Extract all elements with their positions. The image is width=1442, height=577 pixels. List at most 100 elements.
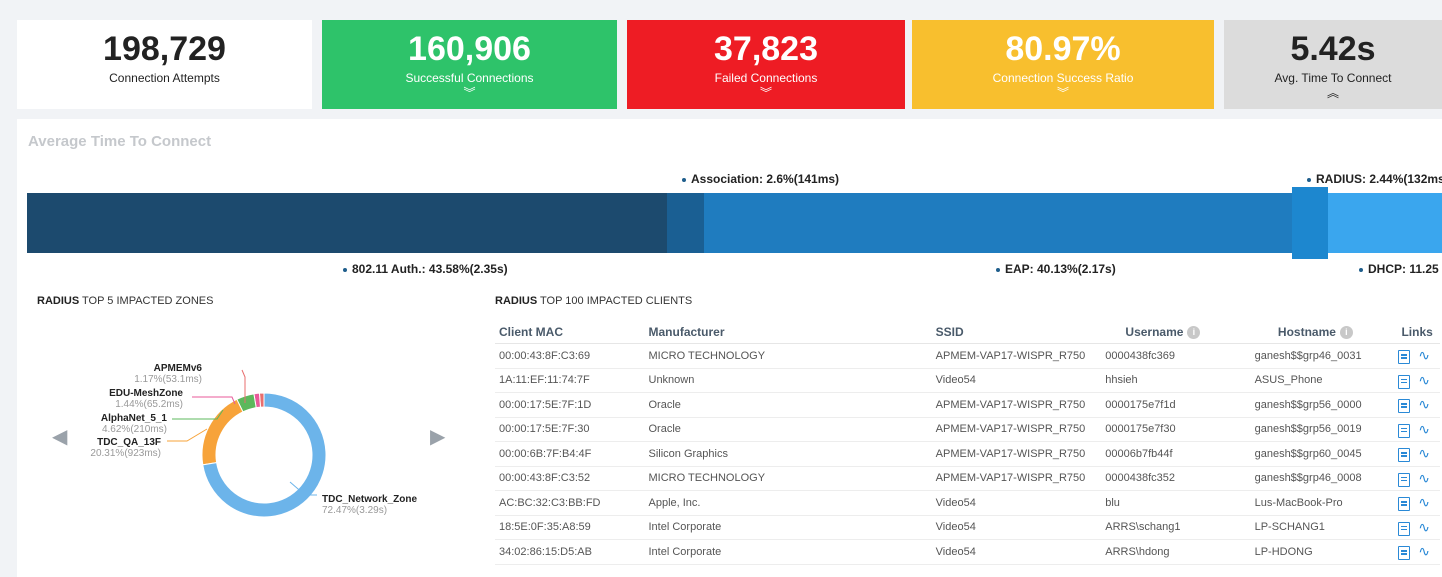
table-row[interactable]: 00:00:43:8F:C3:52 MICRO TECHNOLOGY APMEM-V…	[495, 466, 1440, 491]
association-label: Association: 2.6%(141ms)	[682, 172, 839, 186]
chevron-down-icon[interactable]: ︾	[322, 87, 617, 99]
col-manufacturer[interactable]: Manufacturer	[644, 321, 916, 344]
chevron-up-icon[interactable]: ︽	[1224, 87, 1442, 99]
kpi-row: 198,729 Connection Attempts 160,906 Succ…	[17, 20, 1442, 109]
info-icon[interactable]: i	[1339, 326, 1353, 340]
donut-slice[interactable]	[201, 398, 244, 466]
zone-name: EDU-MeshZone	[109, 388, 183, 399]
manufacturer-cell: MICRO TECHNOLOGY	[644, 466, 916, 491]
report-icon[interactable]	[1398, 374, 1411, 389]
report-icon[interactable]	[1398, 423, 1411, 438]
report-icon[interactable]	[1398, 350, 1411, 365]
table-row[interactable]: 18:5E:0F:35:A8:59 Intel Corporate Video54 A…	[495, 515, 1440, 540]
hostname-cell: Lus-MacBook-Pro	[1236, 490, 1395, 516]
kpi-connection-attempts: 198,729 Connection Attempts	[17, 20, 312, 109]
links-cell: ∿	[1394, 392, 1440, 418]
kpi-success-ratio[interactable]: 80.97% Connection Success Ratio ︾	[912, 20, 1214, 109]
zone-name: AlphaNet_5_1	[100, 413, 167, 424]
kpi-failed-connections[interactable]: 37,823 Failed Connections ︾	[627, 20, 905, 109]
username-cell: hhsieh	[1089, 368, 1237, 393]
col-ssid[interactable]: SSID	[915, 321, 1090, 344]
username-cell: blu	[1089, 490, 1237, 516]
col-mac[interactable]: Client MAC	[495, 321, 645, 344]
table-row[interactable]: 00:00:43:8F:C3:69 MICRO TECHNOLOGY APMEM-V…	[495, 343, 1440, 369]
report-icon[interactable]	[1398, 448, 1411, 463]
segment-association[interactable]	[667, 193, 704, 253]
zones-donut-chart	[167, 369, 327, 518]
ssid-cell: APMEM-VAP17-WISPR_R750	[915, 417, 1090, 442]
trend-icon[interactable]: ∿	[1418, 396, 1430, 413]
marker-dot	[343, 267, 347, 272]
segment-dhcp[interactable]	[1328, 193, 1442, 253]
ssid-cell: APMEM-VAP17-WISPR_R750	[915, 392, 1090, 418]
table-row[interactable]: 00:00:17:5E:7F:30 Oracle APMEM-VAP17-WISPR…	[495, 417, 1440, 442]
table-row[interactable]: AC:BC:32:C3:BB:FD Apple, Inc. Video54 blu Lu…	[495, 490, 1440, 516]
trend-icon[interactable]: ∿	[1418, 470, 1430, 487]
trend-icon[interactable]: ∿	[1418, 494, 1430, 511]
ssid-cell: Video54	[915, 368, 1090, 393]
trend-icon[interactable]: ∿	[1418, 372, 1430, 389]
zones-title-bold: RADIUS	[37, 295, 80, 307]
manufacturer-cell: Silicon Graphics	[644, 441, 916, 467]
manufacturer-cell: Intel Corporate	[644, 539, 916, 565]
dhcp-label: DHCP: 11.25	[1359, 262, 1439, 276]
client-mac-cell: AC:BC:32:C3:BB:FD	[495, 490, 645, 516]
zone-name: TDC_QA_13F	[97, 437, 161, 448]
report-icon[interactable]	[1398, 399, 1411, 414]
ssid-cell: Video54	[915, 515, 1090, 540]
marker-dot	[996, 267, 1000, 272]
links-cell: ∿	[1394, 515, 1440, 540]
ssid-cell: APMEM-VAP17-WISPR_R750	[915, 441, 1090, 467]
chevron-down-icon[interactable]: ︾	[627, 87, 905, 99]
table-row[interactable]: 34:02:86:15:D5:AB Intel Corporate Video54 A…	[495, 539, 1440, 565]
trend-icon[interactable]: ∿	[1418, 519, 1430, 536]
hostname-cell: ASUS_Phone	[1236, 368, 1395, 393]
marker-dot	[682, 177, 686, 182]
chevron-down-icon[interactable]: ︾	[912, 87, 1214, 99]
kpi-successful-connections[interactable]: 160,906 Successful Connections ︾	[322, 20, 617, 109]
leader-line	[167, 428, 208, 442]
report-icon[interactable]	[1398, 521, 1411, 536]
segment-eap[interactable]	[704, 193, 1292, 253]
username-cell: 0000438fc369	[1089, 343, 1237, 369]
trend-icon[interactable]: ∿	[1418, 347, 1430, 364]
kpi-value: 198,729	[103, 30, 226, 68]
links-cell: ∿	[1394, 441, 1440, 467]
zone-label-edu-meshzone: EDU-MeshZone 1.44%(65.2ms)	[109, 388, 183, 410]
report-icon[interactable]	[1398, 472, 1411, 487]
leader-line	[192, 396, 236, 405]
zone-label-alphanet: AlphaNet_5_1 4.62%(210ms)	[101, 413, 167, 435]
table-row[interactable]: 1A:11:EF:11:74:7F Unknown Video54 hhsieh ASU…	[495, 368, 1440, 393]
client-mac-cell: 00:00:43:8F:C3:69	[495, 343, 645, 369]
report-icon[interactable]	[1398, 497, 1411, 512]
kpi-label: Failed Connections	[714, 71, 818, 85]
table-row[interactable]: 00:00:6B:7F:B4:4F Silicon Graphics APMEM-V…	[495, 441, 1440, 467]
trend-icon[interactable]: ∿	[1418, 445, 1430, 462]
col-username[interactable]: Username i	[1089, 321, 1237, 344]
clients-tbody: 00:00:43:8F:C3:69 MICRO TECHNOLOGY APMEM-V…	[495, 343, 1440, 565]
info-icon[interactable]: i	[1187, 326, 1201, 340]
trend-icon[interactable]: ∿	[1418, 421, 1430, 438]
zone-label-tdc-qa: TDC_QA_13F 20.31%(923ms)	[90, 437, 161, 459]
table-row[interactable]: 00:00:17:5E:7F:1D Oracle APMEM-VAP17-WISPR…	[495, 392, 1440, 418]
kpi-avg-time-to-connect[interactable]: 5.42s Avg. Time To Connect ︽	[1224, 20, 1442, 109]
manufacturer-cell: Unknown	[644, 368, 916, 393]
clients-table: Client MAC Manufacturer SSID Username i H…	[495, 321, 1440, 565]
client-mac-cell: 18:5E:0F:35:A8:59	[495, 515, 645, 540]
marker-dot	[1307, 177, 1311, 182]
links-cell: ∿	[1394, 368, 1440, 393]
donut	[201, 392, 327, 518]
zones-title-rest: TOP 5 IMPACTED ZONES	[79, 295, 214, 307]
links-cell: ∿	[1394, 417, 1440, 442]
clients-title: RADIUS TOP 100 IMPACTED CLIENTS	[495, 295, 692, 307]
segment-auth[interactable]	[27, 193, 667, 253]
username-cell: ARRS\schang1	[1089, 515, 1237, 540]
report-icon[interactable]	[1398, 546, 1411, 561]
trend-icon[interactable]: ∿	[1418, 543, 1430, 560]
kpi-value: 80.97%	[1005, 30, 1121, 68]
segment-radius[interactable]	[1292, 187, 1328, 259]
col-hostname[interactable]: Hostname i	[1236, 321, 1395, 344]
hostname-cell: ganesh$$grp60_0045	[1236, 441, 1395, 467]
auth-label: 802.11 Auth.: 43.58%(2.35s)	[343, 262, 508, 276]
kpi-label: Successful Connections	[405, 71, 534, 85]
